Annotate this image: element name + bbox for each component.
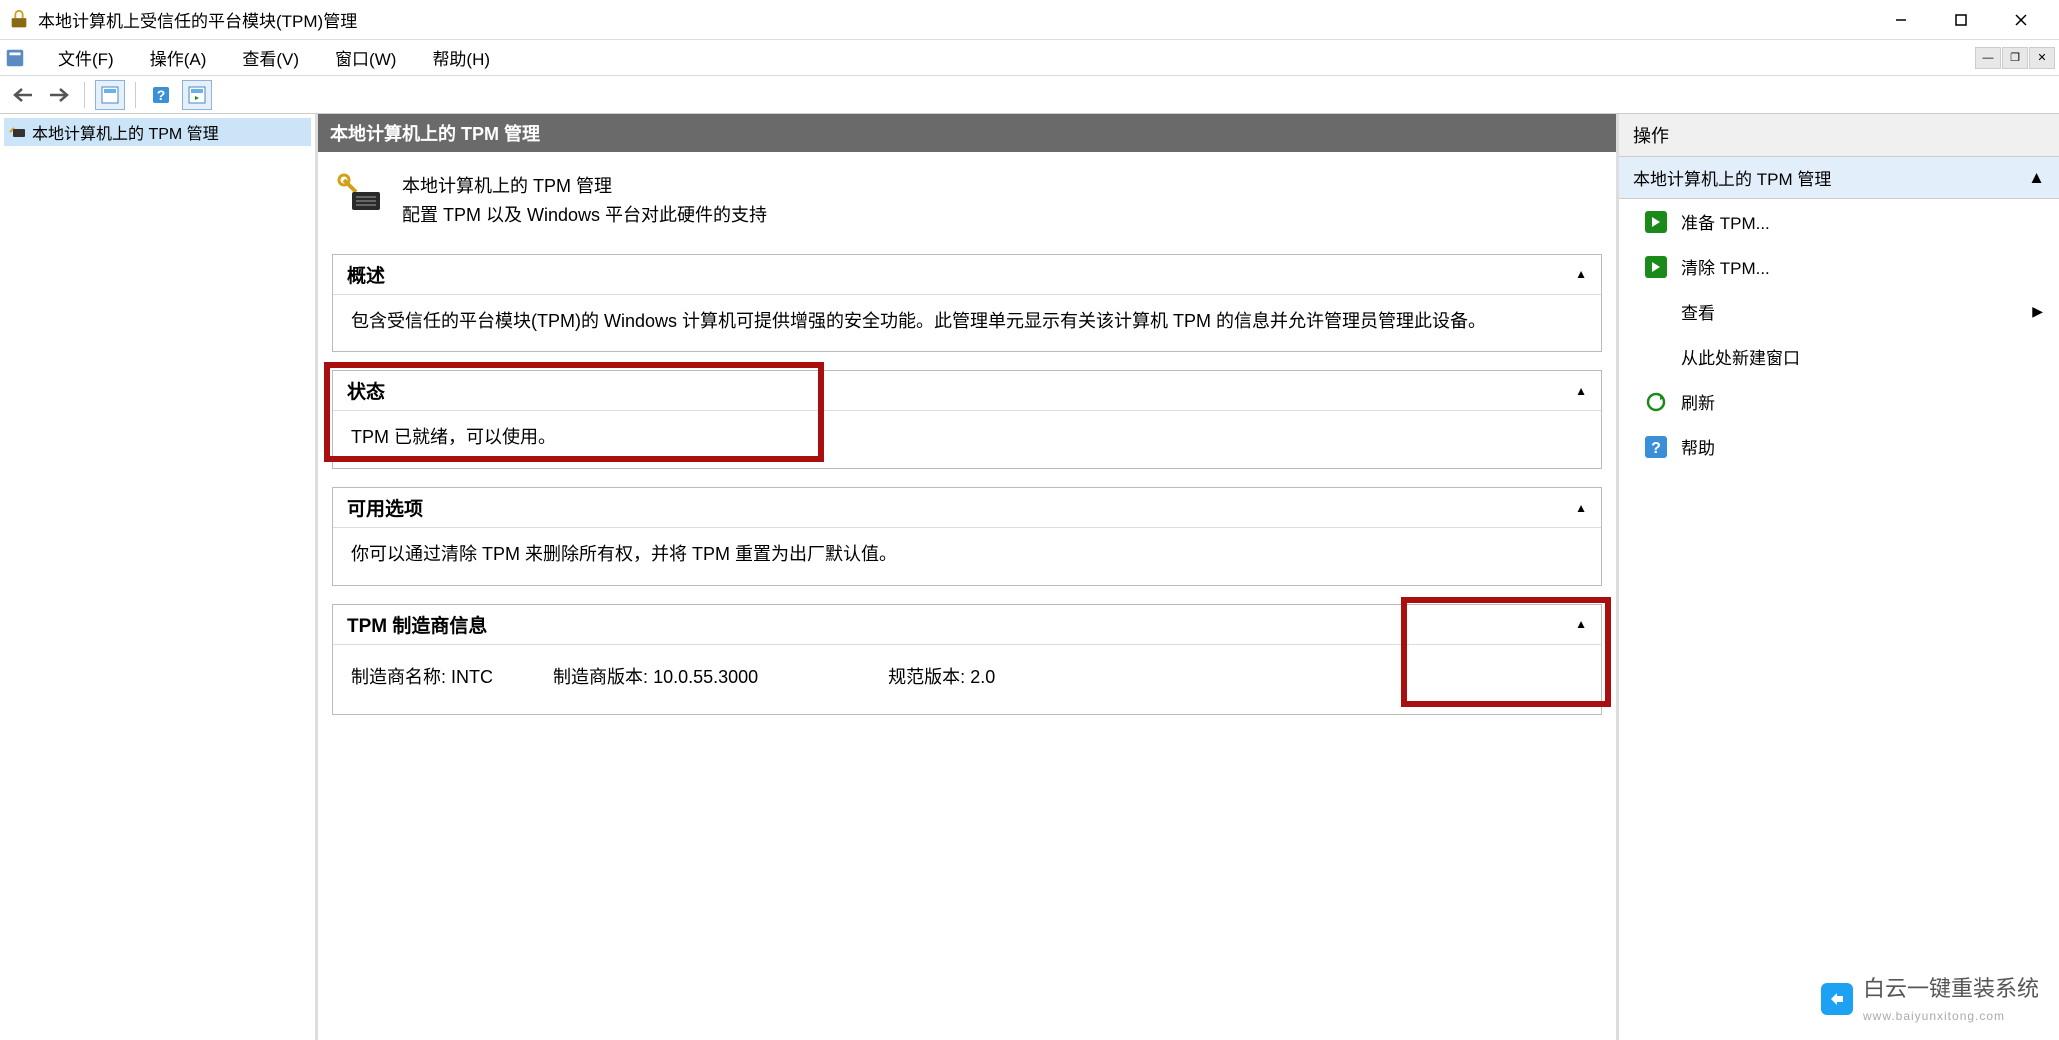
section-manufacturer-title: TPM 制造商信息 (347, 611, 487, 638)
window-controls (1871, 4, 2051, 36)
watermark: 白云一键重装系统 www.baiyunxitong.com (1821, 971, 2039, 1026)
info-banner-text: 本地计算机上的 TPM 管理 配置 TPM 以及 Windows 平台对此硬件的… (402, 172, 767, 230)
spec-version-value: 2.0 (970, 667, 995, 687)
manufacturer-name: 制造商名称: INTC (351, 663, 493, 692)
help-icon: ? (1645, 436, 1667, 458)
manufacturer-row: 制造商名称: INTC 制造商版本: 10.0.55.3000 规范版本: 2.… (351, 657, 1583, 698)
section-status-header[interactable]: 状态 ▲ (333, 371, 1601, 411)
main-area: 本地计算机上的 TPM 管理 本地计算机上的 TPM 管理 本地计算机上的 TP… (0, 114, 2059, 1040)
tree-root-label: 本地计算机上的 TPM 管理 (32, 120, 219, 144)
watermark-text: 白云一键重装系统 www.baiyunxitong.com (1863, 971, 2039, 1026)
mdi-controls: — ❐ ✕ (1975, 47, 2055, 69)
action-clear-tpm[interactable]: 清除 TPM... (1619, 244, 2059, 289)
svg-text:?: ? (1651, 440, 1661, 457)
mdi-minimize-button[interactable]: — (1975, 47, 2001, 69)
tpm-chip-icon (8, 124, 28, 140)
toolbar: ? (0, 76, 2059, 114)
show-hide-action-pane-button[interactable] (182, 80, 212, 110)
action-new-window-label: 从此处新建窗口 (1681, 344, 1800, 369)
section-status: 状态 ▲ TPM 已就绪，可以使用。 (332, 370, 1602, 469)
actions-pane-title: 操作 (1619, 114, 2059, 157)
action-help-label: 帮助 (1681, 434, 1715, 459)
window-title: 本地计算机上受信任的平台模块(TPM)管理 (38, 7, 1871, 32)
section-options: 可用选项 ▲ 你可以通过清除 TPM 来删除所有权，并将 TPM 重置为出厂默认… (332, 487, 1602, 586)
mdi-restore-button[interactable]: ❐ (2002, 47, 2028, 69)
action-refresh-label: 刷新 (1681, 389, 1715, 414)
section-manufacturer: TPM 制造商信息 ▲ 制造商名称: INTC 制造商版本: 10.0.55.3… (332, 604, 1602, 715)
titlebar: 本地计算机上受信任的平台模块(TPM)管理 (0, 0, 2059, 40)
manufacturer-version-value: 10.0.55.3000 (653, 667, 758, 687)
toolbar-separator (135, 82, 136, 108)
section-overview-header[interactable]: 概述 ▲ (333, 255, 1601, 295)
action-prepare-tpm-label: 准备 TPM... (1681, 209, 1770, 234)
section-status-body: TPM 已就绪，可以使用。 (333, 411, 1601, 468)
menu-view[interactable]: 查看(V) (224, 39, 317, 76)
menubar: 文件(F) 操作(A) 查看(V) 窗口(W) 帮助(H) — ❐ ✕ (0, 40, 2059, 76)
svg-text:?: ? (157, 87, 166, 103)
app-icon (8, 9, 30, 31)
spec-version-label: 规范版本: (888, 667, 965, 687)
action-view-label: 查看 (1681, 299, 1715, 324)
actions-group-header[interactable]: 本地计算机上的 TPM 管理 ▲ (1619, 157, 2059, 199)
forward-button[interactable] (44, 80, 74, 110)
menu-action[interactable]: 操作(A) (132, 39, 225, 76)
blank-icon (1645, 346, 1667, 368)
section-status-title: 状态 (347, 377, 385, 404)
tree-root-item[interactable]: 本地计算机上的 TPM 管理 (4, 118, 311, 146)
menu-help[interactable]: 帮助(H) (414, 39, 508, 76)
mmc-icon (4, 47, 26, 69)
properties-button[interactable] (95, 80, 125, 110)
submenu-arrow-icon: ▶ (2032, 303, 2043, 320)
collapse-arrow-icon: ▲ (2028, 168, 2045, 188)
banner-title: 本地计算机上的 TPM 管理 (402, 172, 767, 201)
content-header: 本地计算机上的 TPM 管理 (318, 114, 1616, 152)
manufacturer-name-label: 制造商名称: (351, 667, 446, 687)
collapse-arrow-icon: ▲ (1575, 501, 1587, 515)
minimize-button[interactable] (1871, 4, 1931, 36)
section-options-body: 你可以通过清除 TPM 来删除所有权，并将 TPM 重置为出厂默认值。 (333, 528, 1601, 585)
help-toolbar-button[interactable]: ? (146, 80, 176, 110)
content-pane: 本地计算机上的 TPM 管理 本地计算机上的 TPM 管理 配置 TPM 以及 … (318, 114, 1619, 1040)
manufacturer-version-label: 制造商版本: (553, 667, 648, 687)
collapse-arrow-icon: ▲ (1575, 384, 1587, 398)
action-refresh[interactable]: 刷新 (1619, 379, 2059, 424)
section-options-title: 可用选项 (347, 494, 423, 521)
action-clear-tpm-label: 清除 TPM... (1681, 254, 1770, 279)
menu-window[interactable]: 窗口(W) (317, 39, 414, 76)
action-new-window[interactable]: 从此处新建窗口 (1619, 334, 2059, 379)
spec-version: 规范版本: 2.0 (888, 663, 995, 692)
action-help[interactable]: ? 帮助 (1619, 424, 2059, 469)
action-prepare-tpm[interactable]: 准备 TPM... (1619, 199, 2059, 244)
back-button[interactable] (8, 80, 38, 110)
maximize-button[interactable] (1931, 4, 1991, 36)
banner-subtitle: 配置 TPM 以及 Windows 平台对此硬件的支持 (402, 201, 767, 230)
close-button[interactable] (1991, 4, 2051, 36)
blank-icon (1645, 301, 1667, 323)
refresh-icon (1645, 391, 1667, 413)
section-options-header[interactable]: 可用选项 ▲ (333, 488, 1601, 528)
watermark-icon (1821, 983, 1853, 1015)
manufacturer-name-value: INTC (451, 667, 493, 687)
section-overview-body: 包含受信任的平台模块(TPM)的 Windows 计算机可提供增强的安全功能。此… (333, 295, 1601, 352)
toolbar-separator (84, 82, 85, 108)
tree-pane: 本地计算机上的 TPM 管理 (0, 114, 318, 1040)
menu-file[interactable]: 文件(F) (40, 39, 132, 76)
manufacturer-version: 制造商版本: 10.0.55.3000 (553, 663, 758, 692)
section-overview-title: 概述 (347, 261, 385, 288)
collapse-arrow-icon: ▲ (1575, 617, 1587, 631)
mdi-close-button[interactable]: ✕ (2029, 47, 2055, 69)
actions-pane: 操作 本地计算机上的 TPM 管理 ▲ 准备 TPM... 清除 TPM... … (1619, 114, 2059, 1040)
info-banner: 本地计算机上的 TPM 管理 配置 TPM 以及 Windows 平台对此硬件的… (332, 164, 1602, 254)
collapse-arrow-icon: ▲ (1575, 267, 1587, 281)
action-view[interactable]: 查看 ▶ (1619, 289, 2059, 334)
arrow-right-green-icon (1645, 211, 1667, 233)
key-chip-icon (336, 172, 384, 220)
section-manufacturer-header[interactable]: TPM 制造商信息 ▲ (333, 605, 1601, 645)
actions-group-title: 本地计算机上的 TPM 管理 (1633, 165, 1831, 190)
arrow-right-green-icon (1645, 256, 1667, 278)
section-overview: 概述 ▲ 包含受信任的平台模块(TPM)的 Windows 计算机可提供增强的安… (332, 254, 1602, 353)
